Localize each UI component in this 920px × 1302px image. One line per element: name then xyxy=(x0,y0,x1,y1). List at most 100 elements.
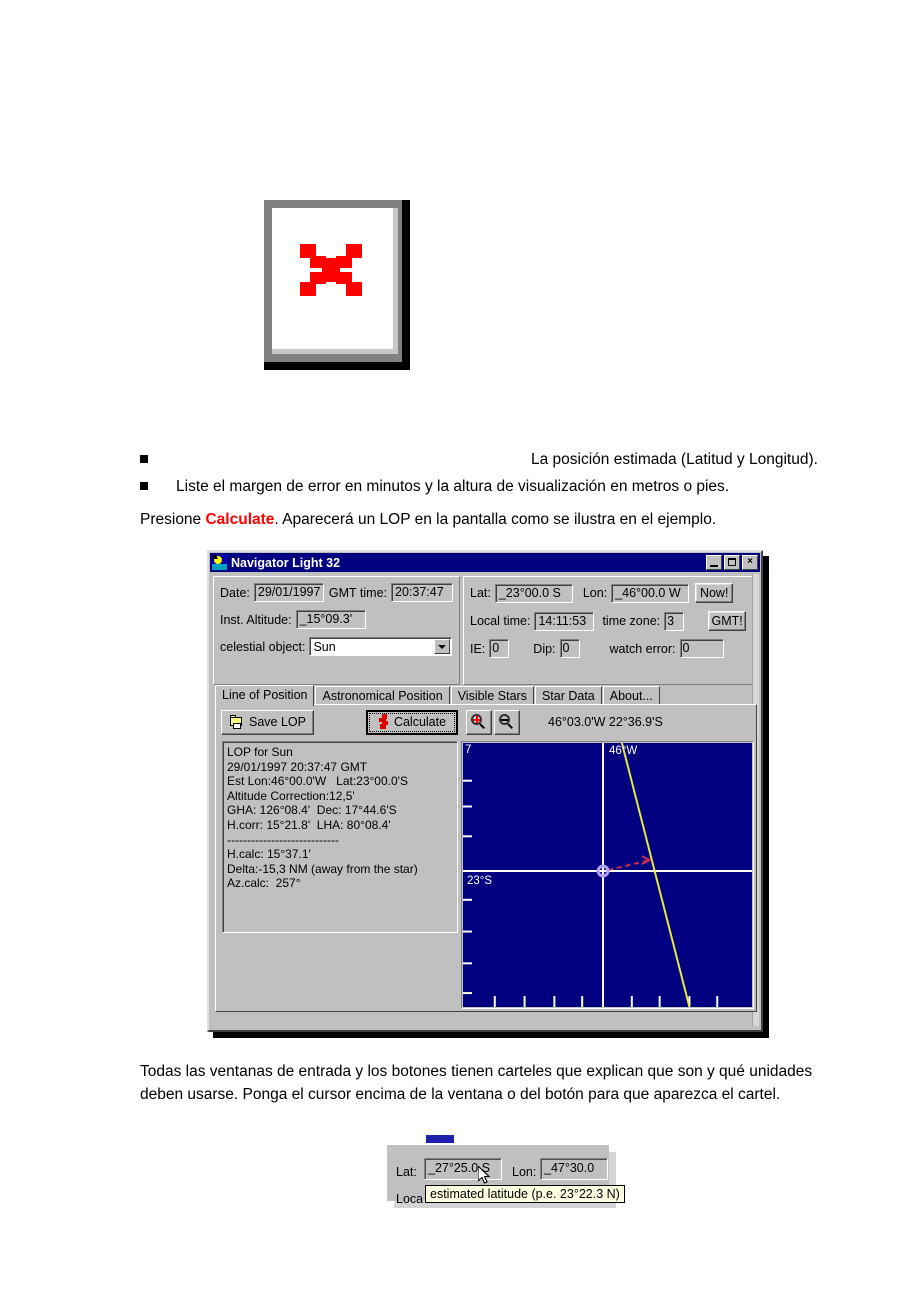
watch-error-stepper[interactable]: 0 xyxy=(679,639,740,658)
tab-about[interactable]: About... xyxy=(602,686,660,705)
list-item: Liste el margen de error en minutos y la… xyxy=(140,474,820,499)
folder-save-icon xyxy=(229,715,245,729)
lon-input[interactable]: _46°00.0 W xyxy=(611,583,690,603)
chart-label-corner: 7 xyxy=(465,744,472,756)
celestial-object-label: celestial object: xyxy=(220,639,306,654)
lop-chart-container[interactable]: 7 46°W 23°S xyxy=(461,741,754,1009)
lop-toolbar: Save LOP Calculate 46°03.0'W 22°36.9'S xyxy=(218,707,754,737)
ie-value[interactable]: 0 xyxy=(489,639,510,658)
gmt-button[interactable]: GMT! xyxy=(708,611,747,631)
time-zone-arrows[interactable] xyxy=(685,612,700,631)
broken-image-placeholder xyxy=(264,200,410,370)
paragraph-prefix: Presione xyxy=(140,511,206,528)
save-lop-button[interactable]: Save LOP xyxy=(221,709,314,735)
paragraph-calculate: Presione Calculate. Aparecerá un LOP en … xyxy=(140,508,840,531)
close-button[interactable]: × xyxy=(742,555,758,570)
calculate-keyword: Calculate xyxy=(205,511,275,528)
corrections-row: IE: 0 Dip: 0 watch error: 0 xyxy=(470,639,747,658)
list-item-label: Liste el margen de error en minutos y la… xyxy=(176,478,730,495)
local-time-label: Local time: xyxy=(470,614,531,628)
time-zone-label: time zone: xyxy=(602,614,661,628)
input-panels: Date: 29/01/1997 GMT time: 20:37:47 Inst… xyxy=(213,576,757,685)
navigator-light-window: Navigator Light 32 × Date: 29/01/1997 GM… xyxy=(207,550,763,1032)
tab-bar: Line of Position Astronomical Position V… xyxy=(215,685,757,706)
ie-arrows[interactable] xyxy=(510,639,525,658)
chart-label-latitude: 23°S xyxy=(467,875,493,887)
list-item-label: La posición estimada (Latitud y Longitud… xyxy=(531,451,818,468)
ie-stepper[interactable]: 0 xyxy=(489,639,525,658)
watch-error-value[interactable]: 0 xyxy=(679,639,724,658)
paragraph-suffix: . Aparecerá un LOP en la pantalla como s… xyxy=(274,511,717,528)
gmt-time-input[interactable]: 20:37:47 xyxy=(391,583,453,602)
tab-visible-stars[interactable]: Visible Stars xyxy=(450,686,534,705)
minimize-button[interactable] xyxy=(706,555,722,570)
celestial-object-value: Sun xyxy=(313,639,336,654)
chevron-down-icon[interactable] xyxy=(434,639,451,654)
tab-star-data[interactable]: Star Data xyxy=(534,686,602,705)
position-time-group: Lat: _23°00.0 S Lon: _46°00.0 W Now! Loc… xyxy=(463,576,754,685)
save-lop-label: Save LOP xyxy=(249,715,306,729)
tooltip-local-label: Loca xyxy=(396,1192,424,1206)
calculate-label: Calculate xyxy=(393,715,447,729)
paragraph-tooltips: Todas las ventanas de entrada y los boto… xyxy=(140,1063,813,1103)
gmt-time-label: GMT time: xyxy=(328,585,387,600)
inst-altitude-row: Inst. Altitude: _15°09.3' xyxy=(220,610,453,629)
observation-group: Date: 29/01/1997 GMT time: 20:37:47 Inst… xyxy=(213,576,460,685)
celestial-object-row: celestial object: Sun xyxy=(220,637,453,656)
time-zone-value[interactable]: 3 xyxy=(664,611,685,631)
bullet-marker-icon xyxy=(140,455,148,463)
magnifier-minus-icon xyxy=(499,714,515,730)
cursor-coordinates-readout: 46°03.0'W 22°36.9'S xyxy=(548,715,663,729)
dip-label: Dip: xyxy=(533,641,556,656)
time-zone-stepper[interactable]: 3 xyxy=(664,611,700,631)
lop-result-text: LOP for Sun 29/01/1997 20:37:47 GMT Est … xyxy=(222,741,458,933)
dip-stepper[interactable]: 0 xyxy=(559,639,596,658)
bullet-marker-icon xyxy=(140,482,148,490)
dip-arrows[interactable] xyxy=(581,639,596,658)
watch-error-arrows[interactable] xyxy=(725,639,740,658)
red-flame-icon xyxy=(378,714,390,730)
calculate-button[interactable]: Calculate xyxy=(366,709,458,735)
tab-line-of-position[interactable]: Line of Position xyxy=(215,685,315,706)
tooltip-example-titlebar xyxy=(426,1135,454,1143)
mouse-pointer-icon xyxy=(478,1166,491,1184)
inst-altitude-input[interactable]: _15°09.3' xyxy=(295,610,366,629)
date-row: Date: 29/01/1997 GMT time: 20:37:47 xyxy=(220,583,453,602)
window-titlebar: Navigator Light 32 × xyxy=(210,553,760,572)
tooltip-lat-label: Lat: xyxy=(396,1165,417,1179)
lat-label: Lat: xyxy=(470,586,491,600)
localtime-row: Local time: 14:11:53 time zone: 3 GMT! xyxy=(470,611,747,631)
chart-x-ticks xyxy=(493,996,719,1007)
tooltip-content: estimated latitude (p.e. 23°22.3 N) xyxy=(425,1185,625,1203)
lat-input[interactable]: _23°00.0 S xyxy=(494,583,573,603)
tooltip-example: Lat: _27°25.0 S Lon: _47°30.0 Loca estim… xyxy=(386,1130,630,1214)
date-label: Date: xyxy=(220,585,250,600)
maximize-button[interactable] xyxy=(724,555,740,570)
zoom-in-button[interactable] xyxy=(466,709,492,735)
latlon-row: Lat: _23°00.0 S Lon: _46°00.0 W Now! xyxy=(470,583,747,603)
date-input[interactable]: 29/01/1997 xyxy=(253,583,324,602)
lon-label: Lon: xyxy=(582,586,608,600)
tab-page-line-of-position: Save LOP Calculate 46°03.0'W 22°36.9'S L… xyxy=(215,704,757,1012)
local-time-input[interactable]: 14:11:53 xyxy=(534,611,595,631)
ie-label: IE: xyxy=(470,641,486,656)
instruction-bullet-list: La posición estimada (Latitud y Longitud… xyxy=(140,447,820,501)
chart-azimuth-arrow xyxy=(607,859,650,872)
window-controls: × xyxy=(706,555,758,570)
celestial-object-select[interactable]: Sun xyxy=(309,637,453,656)
now-button[interactable]: Now! xyxy=(695,583,734,603)
red-x-icon xyxy=(300,244,362,296)
tab-astronomical-position[interactable]: Astronomical Position xyxy=(315,686,450,705)
zoom-out-button[interactable] xyxy=(494,709,520,735)
window-title: Navigator Light 32 xyxy=(231,555,341,570)
lop-chart-svg xyxy=(463,743,752,1007)
inst-altitude-label: Inst. Altitude: xyxy=(220,612,292,627)
chart-lop-line xyxy=(620,743,691,1007)
tooltip-lon-input[interactable]: _47°30.0 xyxy=(540,1158,608,1180)
lop-chart[interactable]: 7 46°W 23°S xyxy=(463,743,752,1007)
dip-value[interactable]: 0 xyxy=(559,639,580,658)
magnifier-plus-icon xyxy=(471,714,487,730)
tooltip-lon-label: Lon: xyxy=(512,1165,537,1179)
chart-label-longitude: 46°W xyxy=(609,745,638,757)
list-item: La posición estimada (Latitud y Longitud… xyxy=(140,447,820,472)
